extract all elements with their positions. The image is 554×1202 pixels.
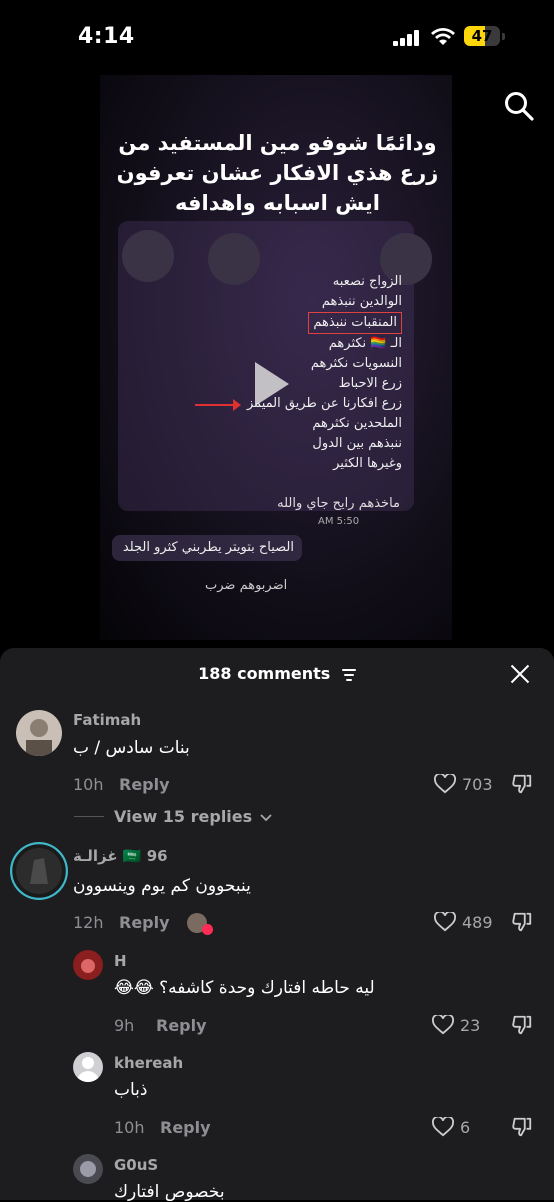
dislike-icon[interactable] — [511, 1116, 533, 1138]
creator-liked-avatar — [187, 913, 213, 935]
video-overlay-title: ودائمًا شوفو مين المستفيد من زرع هذي الا… — [116, 131, 439, 215]
message-time: AM 5:50 — [318, 516, 360, 527]
list-item: ننبذهم بين الدول — [312, 436, 402, 451]
comment-text: ليه حاطه افتارك وحدة كاشفه؟ 😂😂 — [114, 978, 375, 998]
like-count: 489 — [462, 913, 493, 932]
chat-bubble: الصياح بتويتر يطربني كثرو الجلد — [112, 535, 302, 561]
heart-icon[interactable] — [432, 1117, 454, 1137]
comment-username[interactable]: غزالـة 🇸🇦 96 — [73, 847, 168, 865]
list-item: الملحدين نكثرهم — [312, 416, 402, 431]
comment-username[interactable]: G0uS — [114, 1156, 158, 1174]
comment-time: 12h — [73, 913, 104, 932]
play-icon[interactable] — [255, 362, 289, 406]
reply-button[interactable]: Reply — [119, 775, 170, 794]
filter-icon[interactable] — [341, 668, 356, 681]
comment-username[interactable]: Fatimah — [73, 711, 141, 729]
like-count: 703 — [462, 775, 493, 794]
search-icon[interactable] — [503, 90, 535, 122]
video-footer-text: ماخذهم رايح جاي والله — [277, 496, 400, 511]
dislike-icon[interactable] — [511, 1014, 533, 1036]
chevron-down-icon — [260, 813, 272, 821]
list-item: الوالدين ننبذهم — [321, 294, 402, 309]
view-replies-label: View 15 replies — [114, 807, 253, 826]
heart-icon[interactable] — [434, 774, 456, 794]
red-arrow — [195, 399, 241, 411]
like-count: 23 — [460, 1016, 481, 1035]
avatar[interactable] — [73, 1052, 103, 1082]
avatar[interactable] — [10, 842, 68, 900]
dislike-icon[interactable] — [511, 911, 533, 933]
list-item: الـ 🏳️‍🌈 نكثرهم — [328, 336, 402, 351]
avatar[interactable] — [73, 950, 103, 980]
thread-line — [74, 816, 104, 817]
avatar[interactable] — [73, 1154, 103, 1184]
wifi-icon — [431, 28, 455, 45]
list-item-highlighted: المنقبات ننبذهم — [308, 312, 402, 334]
like-count: 6 — [460, 1118, 471, 1137]
status-bar: 4:14 47 — [0, 0, 554, 70]
comment-username[interactable]: H — [114, 952, 127, 970]
reply-button[interactable]: Reply — [156, 1016, 207, 1035]
heart-icon[interactable] — [432, 1015, 454, 1035]
comments-header: 188 comments — [0, 664, 554, 683]
comments-count: 188 comments — [198, 664, 331, 683]
battery-level: 47 — [471, 27, 493, 45]
comment-time: 10h — [73, 775, 104, 794]
dislike-icon[interactable] — [511, 773, 533, 795]
reply-button[interactable]: Reply — [160, 1118, 211, 1137]
avatar[interactable] — [16, 710, 62, 756]
view-replies-button[interactable]: View 15 replies — [114, 807, 272, 826]
list-item: وغيرها الكثير — [333, 456, 402, 471]
list-item: الزواج نصعبه — [332, 274, 402, 289]
comment-time: 10h — [114, 1118, 145, 1137]
comment-text: بنات سادس / ب — [73, 738, 190, 758]
heart-icon — [202, 924, 213, 935]
close-icon[interactable] — [508, 662, 532, 686]
status-time: 4:14 — [78, 24, 135, 49]
reply-button[interactable]: Reply — [119, 913, 170, 932]
comment-time: 9h — [114, 1016, 135, 1035]
comment-text: بخصوص افتارك — [114, 1182, 225, 1202]
comment-text: ينبحوون كم يوم وينسوون — [73, 876, 251, 896]
comment-username[interactable]: khereah — [114, 1054, 183, 1072]
battery-icon: 47 — [464, 26, 505, 46]
chat-text: اضربوهم ضرب — [205, 578, 288, 593]
comment-text: ذباب — [114, 1080, 148, 1100]
signal-icon — [393, 30, 423, 46]
heart-icon[interactable] — [434, 912, 456, 932]
